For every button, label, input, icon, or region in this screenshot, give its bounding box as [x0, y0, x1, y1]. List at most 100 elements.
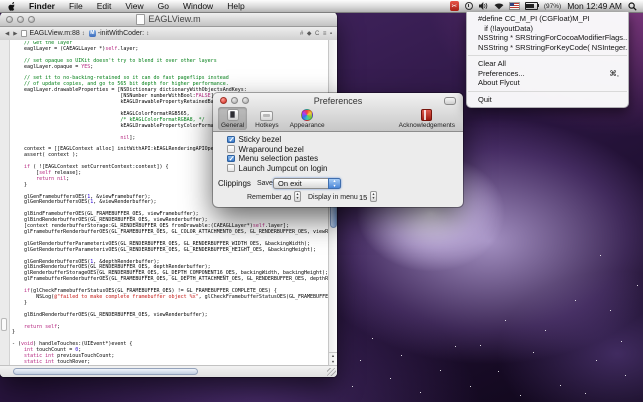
menu-item-label: #define CC_M_PI (CGFloat)M_PI	[478, 14, 590, 24]
popup-arrows-icon: ↕	[82, 31, 85, 37]
checkbox-row: Wraparound bezel	[227, 145, 304, 154]
menu-item[interactable]: if (!layoutData)	[467, 24, 628, 34]
spotlight-icon[interactable]	[628, 2, 637, 11]
scroll-arrows[interactable]: ▲▼	[329, 352, 337, 366]
checkbox-label: Sticky bezel	[239, 135, 282, 144]
horizontal-scroll-thumb[interactable]	[13, 368, 198, 375]
split-view-handle[interactable]	[1, 318, 7, 331]
checkbox-label: Wraparound bezel	[239, 145, 304, 154]
horizontal-scrollbar[interactable]	[0, 365, 337, 377]
menu-finder[interactable]: Finder	[22, 1, 62, 11]
preferences-content: Sticky bezelWraparound bezelMenu selecti…	[213, 132, 463, 207]
popup-arrows-icon: ↕	[146, 31, 149, 37]
checkbox-row: Menu selection pastes	[227, 154, 318, 163]
menu-item[interactable]: #define CC_M_PI (CGFloat)M_PI	[467, 14, 628, 24]
close-button[interactable]	[6, 16, 13, 23]
nav-back-button[interactable]: ◀	[5, 31, 9, 37]
remember-stepper[interactable]: ▲▼	[294, 191, 301, 202]
symbol-popup[interactable]: M -initWithCoder: ↕	[89, 30, 149, 37]
checkbox-sticky-bezel[interactable]	[227, 136, 235, 144]
menu-window[interactable]: Window	[176, 1, 220, 11]
menu-edit[interactable]: Edit	[90, 1, 119, 11]
preferences-toolbar: GeneralHotkeys Appearance Acknowledgements	[213, 106, 463, 131]
menu-file[interactable]: File	[62, 1, 90, 11]
preferences-title-bar[interactable]: Preferences GeneralHotkeysAppearanceAckn…	[213, 93, 463, 132]
menu-item[interactable]: NSString * SRStringForCocoaModifierFlags…	[467, 33, 628, 43]
toolbar-toggle-lozenge[interactable]	[444, 97, 456, 105]
apple-menu[interactable]	[8, 2, 16, 11]
menu-item-label: NSString * SRStringForCocoaModifierFlags…	[478, 33, 628, 43]
flycut-preferences-window[interactable]: Preferences GeneralHotkeysAppearanceAckn…	[213, 93, 463, 207]
save-label: Save	[257, 180, 273, 187]
file-icon	[21, 30, 27, 37]
hotkey-icon	[260, 111, 273, 121]
counterpart-icon[interactable]: C	[315, 31, 319, 37]
checkbox-label: Launch Jumpcut on login	[239, 164, 328, 173]
menu-item[interactable]: Quit	[467, 95, 628, 105]
document-proxy-icon[interactable]	[136, 14, 145, 25]
checkbox-row: Sticky bezel	[227, 135, 281, 144]
menu-item[interactable]: About Flycut	[467, 78, 628, 88]
bezel-icon	[227, 109, 239, 121]
menu-go[interactable]: Go	[151, 1, 176, 11]
apple-logo-icon	[8, 2, 16, 11]
toolbar-item-appearance[interactable]: Appearance	[287, 107, 328, 130]
remember-value[interactable]: 40	[283, 193, 291, 202]
menu-separator	[468, 55, 627, 56]
documentation-icon[interactable]: ▪	[330, 31, 332, 37]
display-in-menu-stepper[interactable]: ▲▼	[370, 191, 377, 202]
save-popup[interactable]: On exit ▲▼	[273, 178, 341, 189]
minimize-button[interactable]	[17, 16, 24, 23]
status-menu-extras: ✂ (97%) Mon 12:49 AM	[450, 1, 643, 11]
display-in-menu-value[interactable]: 15	[359, 193, 367, 202]
breakpoints-icon[interactable]: ◆	[307, 30, 312, 37]
editor-navigation-bar: ◀ ▶ EAGLView.m:88 ↕ M -initWithCoder: ↕ …	[0, 27, 337, 41]
nav-right-buttons: # ◆ C ≡ ▪	[300, 30, 332, 37]
menu-bar-clock[interactable]: Mon 12:49 AM	[567, 1, 622, 11]
resize-grip[interactable]	[327, 368, 336, 376]
toolbar-item-label: Acknowledgements	[399, 122, 455, 129]
remember-row: Remember 40 ▲▼ Display in menu 15 ▲▼	[213, 191, 463, 202]
menu-item[interactable]: Clear All	[467, 59, 628, 69]
editor-title-bar[interactable]: EAGLView.m	[0, 12, 337, 27]
remember-label: Remember	[247, 194, 282, 201]
nav-forward-button[interactable]: ▶	[13, 31, 17, 37]
menu-extra-circle-icon[interactable]	[465, 2, 473, 10]
desktop: { "menu_bar": { "menus": ["Finder", "Fil…	[0, 0, 643, 402]
battery-percent[interactable]: (97%)	[544, 3, 561, 10]
toolbar-item-hotkeys[interactable]: Hotkeys	[252, 107, 281, 130]
checkbox-wraparound-bezel[interactable]	[227, 145, 235, 153]
toolbar-item-acknowledgements[interactable]: Acknowledgements	[396, 107, 458, 130]
checkbox-launch-jumpcut-on-login[interactable]	[227, 164, 235, 172]
editor-window-title: EAGLView.m	[148, 14, 200, 24]
checkbox-menu-selection-pastes[interactable]	[227, 155, 235, 163]
menu-view[interactable]: View	[118, 1, 150, 11]
menu-separator	[468, 91, 627, 92]
toolbar-item-general[interactable]: General	[218, 107, 247, 130]
menu-item-shortcut: ⌘,	[609, 69, 619, 79]
menu-item-label: Clear All	[478, 59, 506, 69]
display-in-menu-label: Display in menu	[308, 194, 358, 201]
editor-window-controls	[6, 16, 35, 23]
file-history-popup[interactable]: EAGLView.m:88 ↕	[21, 30, 84, 37]
included-files-icon[interactable]: ≡	[323, 31, 327, 37]
menu-item[interactable]: Preferences...⌘,	[467, 69, 628, 79]
menu-help[interactable]: Help	[220, 1, 251, 11]
battery-icon[interactable]	[525, 2, 538, 10]
flycut-menu: #define CC_M_PI (CGFloat)M_PI if (!layou…	[466, 12, 629, 108]
bookmarks-icon[interactable]: #	[300, 31, 303, 37]
menu-item[interactable]: NSString * SRStringForKeyCode( NSInteger…	[467, 43, 628, 53]
clippings-section-label: Clippings	[218, 179, 251, 188]
clippings-row: Clippings Save On exit ▲▼	[213, 178, 463, 189]
menu-item-label: About Flycut	[478, 78, 520, 88]
wifi-icon[interactable]	[494, 2, 504, 10]
popup-arrows-icon: ▲▼	[328, 178, 341, 189]
flycut-scissors-icon[interactable]: ✂	[450, 1, 459, 11]
input-flag-us-icon[interactable]	[510, 3, 519, 9]
checkbox-label: Menu selection pastes	[239, 154, 319, 163]
menu-item-label: NSString * SRStringForKeyCode( NSInteger…	[478, 43, 628, 53]
red-book-icon	[421, 109, 432, 121]
zoom-button[interactable]	[28, 16, 35, 23]
volume-icon[interactable]	[479, 2, 488, 10]
menu-item-label: Quit	[478, 95, 492, 105]
